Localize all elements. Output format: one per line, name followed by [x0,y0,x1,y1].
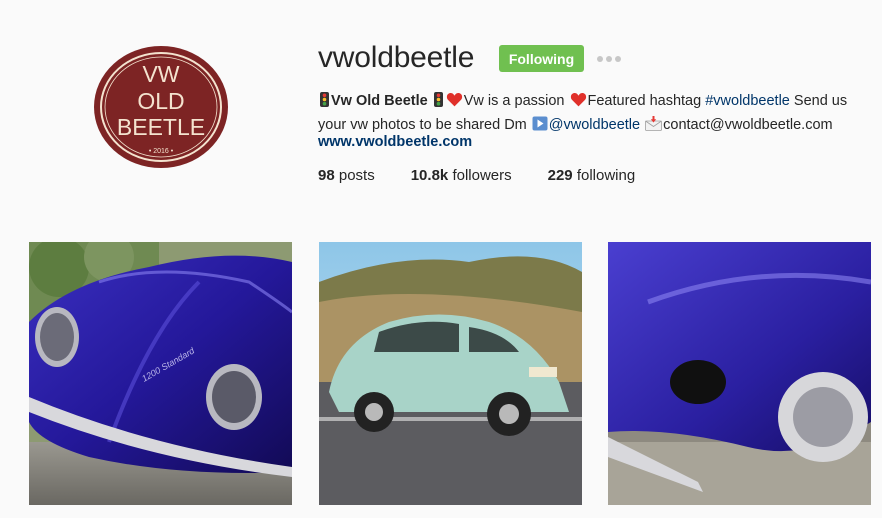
website-link[interactable]: www.vwoldbeetle.com [318,134,472,150]
post-tile-1[interactable]: 1200 Standard [29,242,292,505]
avatar-line2: OLD [137,88,184,114]
bio-tagline: Vw is a passion [463,93,565,109]
avatar-logo: VW OLD BEETLE • 2016 • [94,46,228,168]
avatar-year: • 2016 • [149,148,174,155]
posts-count-label: posts [338,167,375,184]
profile-avatar[interactable]: VW OLD BEETLE • 2016 • [93,45,229,169]
followers-count-label: followers [452,167,512,184]
photo-blue-beetle-fender-closeup [608,242,871,505]
following-button[interactable]: Following [499,45,584,72]
following-count[interactable]: 229 following [548,167,636,184]
bio-featured-text: Featured hashtag [587,93,702,109]
photo-mint-beetle-driving [319,242,582,505]
envelope-with-arrow-icon [645,116,663,138]
profile-bio: Vw Old Beetle Vw is a passion Featured h… [318,90,878,138]
profile-stats: 98 posts 10.8k followers 229 following [318,167,671,184]
profile-username: vwoldbeetle [318,41,475,74]
bio-mention-link[interactable]: @vwoldbeetle [549,117,640,133]
followers-count[interactable]: 10.8k followers [411,167,512,184]
posts-count-value: 98 [318,167,335,184]
following-count-label: following [576,167,636,184]
posts-count[interactable]: 98 posts [318,167,375,184]
traffic-light-icon [433,92,444,114]
heart-icon [446,92,463,114]
more-options-button[interactable] [597,51,621,67]
heart-icon [570,92,587,114]
traffic-light-icon [319,92,330,114]
post-tile-2[interactable] [319,242,582,505]
followers-count-value: 10.8k [410,167,449,184]
avatar-line1: VW [142,61,179,87]
photo-blue-beetle-front: 1200 Standard [29,242,292,505]
following-count-value: 229 [547,167,573,184]
post-tile-3[interactable] [608,242,871,505]
bio-name: Vw Old Beetle [331,93,428,109]
avatar-line3: BEETLE [117,114,205,140]
ellipsis-icon [597,56,603,62]
bio-hashtag-link[interactable]: #vwoldbeetle [705,93,790,109]
play-button-icon [532,116,548,138]
bio-email: contact@vwoldbeetle.com [663,117,833,133]
